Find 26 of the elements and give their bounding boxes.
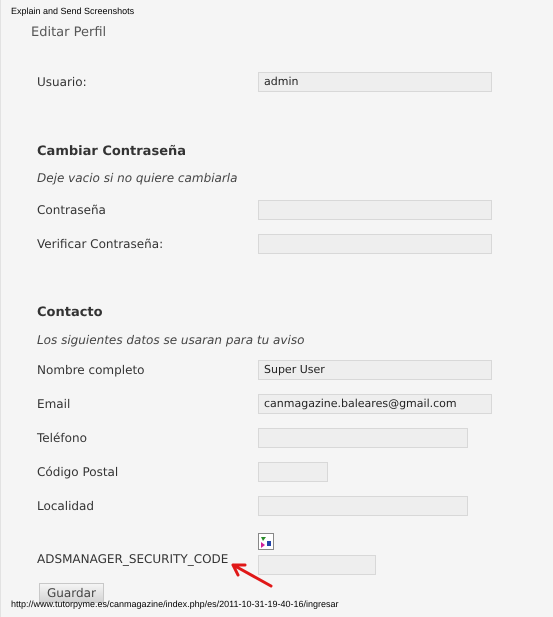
field-label: ADSMANAGER_SECURITY_CODE	[37, 550, 230, 568]
save-button[interactable]: Guardar	[39, 582, 104, 602]
section-note: Los siguientes datos se usaran para tu aviso	[37, 332, 304, 348]
field-label: Nombre completo	[37, 362, 146, 378]
section-heading: Contacto	[37, 304, 103, 322]
field-label: Email	[37, 396, 72, 412]
field-label: Localidad	[37, 498, 96, 514]
broken-image-icon	[258, 532, 274, 550]
field-label: Teléfono	[37, 430, 88, 446]
section-heading: Cambiar Contraseña	[37, 142, 186, 160]
input-field[interactable]	[258, 462, 328, 482]
window-title: Explain and Send Screenshots	[11, 5, 134, 18]
input-field[interactable]	[258, 234, 492, 254]
input-field[interactable]	[258, 554, 376, 574]
field-label: Usuario:	[37, 74, 88, 90]
field-label: Verificar Contraseña:	[37, 236, 164, 253]
page-title: Editar Perfil	[31, 24, 106, 42]
input-field[interactable]: Super User	[258, 360, 492, 380]
field-label: Código Postal	[37, 464, 120, 480]
section-note: Deje vacio si no quiere cambiarla	[37, 170, 238, 187]
input-field[interactable]: admin	[258, 72, 492, 92]
input-field[interactable]	[258, 428, 468, 448]
field-label: Contraseña	[37, 202, 107, 219]
input-field[interactable]: canmagazine.baleares@gmail.com	[258, 394, 492, 414]
input-field[interactable]	[258, 496, 468, 516]
input-field[interactable]	[258, 200, 492, 220]
